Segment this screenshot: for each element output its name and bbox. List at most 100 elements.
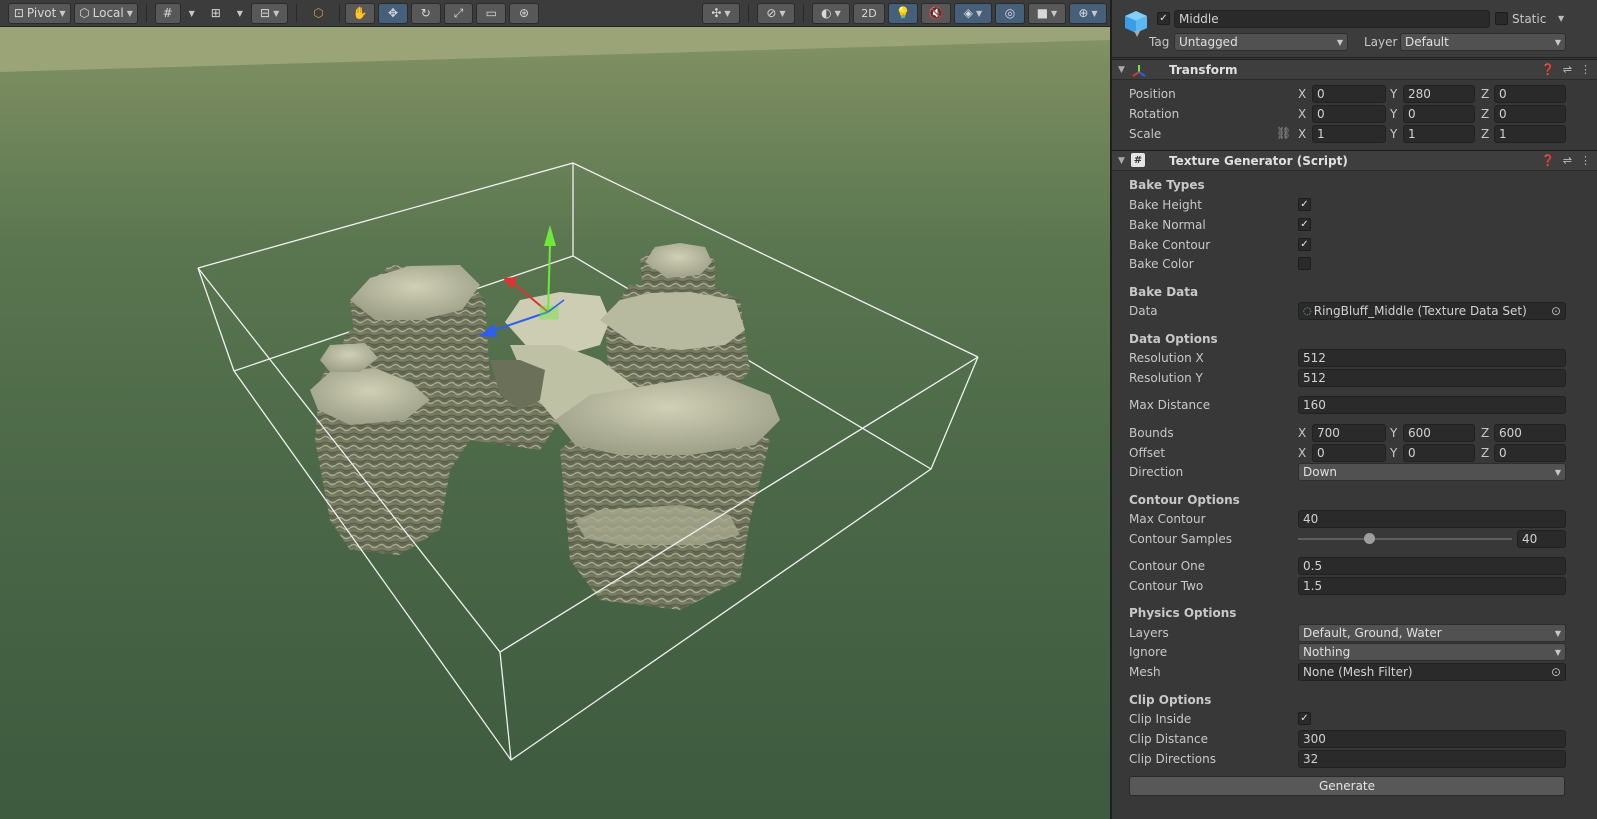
help-icon[interactable]: ❓ — [1541, 154, 1555, 167]
gizmos-visibility-dropdown[interactable]: ⊘ ▼ — [756, 2, 795, 24]
kebab-menu-icon[interactable]: ⋮ — [1580, 154, 1591, 167]
bake-types-heading: Bake Types — [1129, 178, 1205, 192]
2d-toggle-button[interactable]: 2D — [852, 2, 885, 24]
active-checkbox[interactable]: ✓ — [1157, 12, 1170, 25]
hand-tool-button[interactable]: ✋ — [345, 2, 376, 24]
static-checkbox[interactable] — [1495, 12, 1508, 25]
scale-label: Scale — [1129, 127, 1162, 141]
object-picker-icon[interactable]: ⊙ — [1551, 665, 1561, 679]
audio-toggle-button[interactable]: 🔇 — [920, 2, 951, 24]
position-z-field[interactable]: 0 — [1494, 85, 1566, 103]
gizmos-dropdown[interactable]: ⊕ ▼ — [1068, 2, 1107, 24]
scale-x-field[interactable]: 1 — [1312, 125, 1386, 143]
clip-directions-field[interactable]: 32 — [1298, 750, 1566, 768]
help-icon[interactable]: ❓ — [1541, 63, 1555, 76]
static-dropdown-caret[interactable]: ▼ — [1558, 14, 1564, 23]
layers-dropdown[interactable]: Default, Ground, Water ▼ — [1298, 624, 1566, 642]
offset-x-field[interactable]: 0 — [1312, 444, 1386, 462]
direction-dropdown[interactable]: Down ▼ — [1298, 463, 1566, 481]
contour-samples-slider-thumb[interactable] — [1363, 533, 1375, 544]
grid-visibility-button[interactable]: ⊟ ▼ — [250, 2, 289, 24]
max-contour-label: Max Contour — [1129, 512, 1206, 526]
bake-color-checkbox[interactable] — [1298, 257, 1311, 270]
move-tool-button[interactable]: ✥ — [378, 2, 408, 24]
shading-mode-dropdown[interactable]: ◐ ▼ — [811, 2, 850, 24]
object-picker-icon[interactable]: ⊙ — [1551, 304, 1561, 318]
rotation-z-field[interactable]: 0 — [1494, 105, 1566, 123]
object-name-field[interactable]: Middle — [1174, 10, 1490, 28]
axis-z-label: Z — [1481, 426, 1490, 440]
ignore-dropdown[interactable]: Nothing ▼ — [1298, 643, 1566, 661]
rect-tool-button[interactable]: ▭ — [476, 2, 507, 24]
clip-inside-checkbox[interactable]: ✓ — [1298, 712, 1311, 725]
texture-generator-header[interactable]: ▼ # Texture Generator (Script) ❓ ⇌ ⋮ — [1112, 150, 1597, 171]
layer-dropdown[interactable]: Default ▼ — [1400, 33, 1566, 51]
resolution-y-field[interactable]: 512 — [1298, 369, 1566, 387]
gizmo-globe-icon: ⊕ — [1078, 6, 1089, 20]
preset-sliders-icon[interactable]: ⇌ — [1563, 154, 1572, 167]
position-y-field[interactable]: 280 — [1403, 85, 1475, 103]
camera-dropdown[interactable]: ■ ▼ — [1027, 2, 1066, 24]
transform-tool-button[interactable]: ⊛ — [509, 2, 539, 24]
bake-height-checkbox[interactable]: ✓ — [1298, 198, 1311, 211]
view-options-group: ✣ ▼ ⊘ ▼ ◐ ▼ 2D 💡 🔇 ◈ ▼ ◎ ■ ▼ ⊕ ▼ — [701, 2, 1110, 24]
resolution-x-value: 512 — [1303, 351, 1326, 365]
chevron-down-icon: ▼ — [834, 8, 841, 18]
grid-snap-icon: # — [162, 6, 173, 20]
rotate-tool-button[interactable]: ↻ — [410, 2, 441, 24]
offset-y-field[interactable]: 0 — [1403, 444, 1475, 462]
scene-view[interactable]: ⊡ Pivot ▼ ⬡ Local ▼ # ▼ ⊞ ▼ ⊟ ▼ ⬡ ✋ ✥ ↻ — [0, 0, 1110, 819]
preset-sliders-icon[interactable]: ⇌ — [1563, 63, 1572, 76]
grid-snap-dropdown[interactable]: ▼ — [184, 3, 200, 24]
lighting-toggle-button[interactable]: 💡 — [887, 2, 918, 24]
effects-dropdown[interactable]: ◈ ▼ — [953, 2, 992, 24]
rotation-x-field[interactable]: 0 — [1312, 105, 1386, 123]
max-distance-field[interactable]: 160 — [1298, 396, 1566, 414]
bake-normal-checkbox[interactable]: ✓ — [1298, 218, 1311, 231]
bake-contour-checkbox[interactable]: ✓ — [1298, 238, 1311, 251]
contour-one-field[interactable]: 0.5 — [1298, 557, 1566, 575]
axis-z-label: Z — [1481, 107, 1490, 121]
foldout-arrow-icon[interactable]: ▼ — [1118, 156, 1125, 166]
scene-viewport[interactable] — [0, 27, 1110, 819]
chevron-down-icon: ▼ — [1051, 8, 1058, 18]
pivot-icon: ⊡ — [13, 6, 24, 20]
increment-snap-dropdown[interactable]: ▼ — [232, 3, 248, 24]
position-x-field[interactable]: 0 — [1312, 85, 1386, 103]
offset-z-field[interactable]: 0 — [1494, 444, 1566, 462]
hidden-objects-toggle[interactable]: ◎ — [994, 2, 1025, 24]
bounds-z-field[interactable]: 600 — [1494, 424, 1566, 442]
kebab-menu-icon[interactable]: ⋮ — [1580, 63, 1591, 76]
orientation-dropdown[interactable]: ✣ ▼ — [701, 2, 740, 24]
local-dropdown[interactable]: ⬡ Local ▼ — [74, 2, 138, 24]
generate-button[interactable]: Generate — [1129, 776, 1565, 796]
max-contour-field[interactable]: 40 — [1298, 510, 1566, 528]
data-object-field[interactable]: ◌ RingBluff_Middle (Texture Data Set) ⊙ — [1298, 302, 1566, 320]
mesh-object-field[interactable]: None (Mesh Filter) ⊙ — [1298, 663, 1566, 681]
constrain-proportions-link-icon[interactable]: ⛓ — [1276, 126, 1291, 140]
icon-dropdown-caret[interactable]: ▼ — [1134, 29, 1140, 38]
scale-y-field[interactable]: 1 — [1403, 125, 1475, 143]
pivot-dropdown[interactable]: ⊡ Pivot ▼ — [8, 2, 72, 24]
scale-tool-button[interactable]: ⤢ — [443, 2, 474, 24]
resolution-x-field[interactable]: 512 — [1298, 349, 1566, 367]
contour-samples-field[interactable]: 40 — [1517, 530, 1566, 548]
contour-samples-label: Contour Samples — [1129, 532, 1232, 546]
orientation-icon: ✣ — [711, 6, 722, 20]
rotation-y-field[interactable]: 0 — [1403, 105, 1475, 123]
contour-samples-slider-track[interactable] — [1298, 538, 1512, 540]
grid-snap-button[interactable]: # — [154, 2, 181, 24]
transform-header[interactable]: ▼ Transform ❓ ⇌ ⋮ — [1112, 59, 1597, 80]
chevron-down-icon: ▼ — [1554, 467, 1561, 477]
scale-z-field[interactable]: 1 — [1494, 125, 1566, 143]
bounds-x-field[interactable]: 700 — [1312, 424, 1386, 442]
data-options-heading: Data Options — [1129, 332, 1218, 346]
bounds-y-field[interactable]: 600 — [1403, 424, 1475, 442]
increment-snap-button[interactable]: ⊞ — [203, 3, 229, 24]
contour-two-field[interactable]: 1.5 — [1298, 577, 1566, 595]
clip-distance-field[interactable]: 300 — [1298, 730, 1566, 748]
rotation-z-value: 0 — [1499, 107, 1507, 121]
tag-dropdown[interactable]: Untagged ▼ — [1174, 33, 1348, 51]
foldout-arrow-icon[interactable]: ▼ — [1118, 65, 1125, 75]
view-tool-button[interactable]: ⬡ — [305, 3, 331, 24]
